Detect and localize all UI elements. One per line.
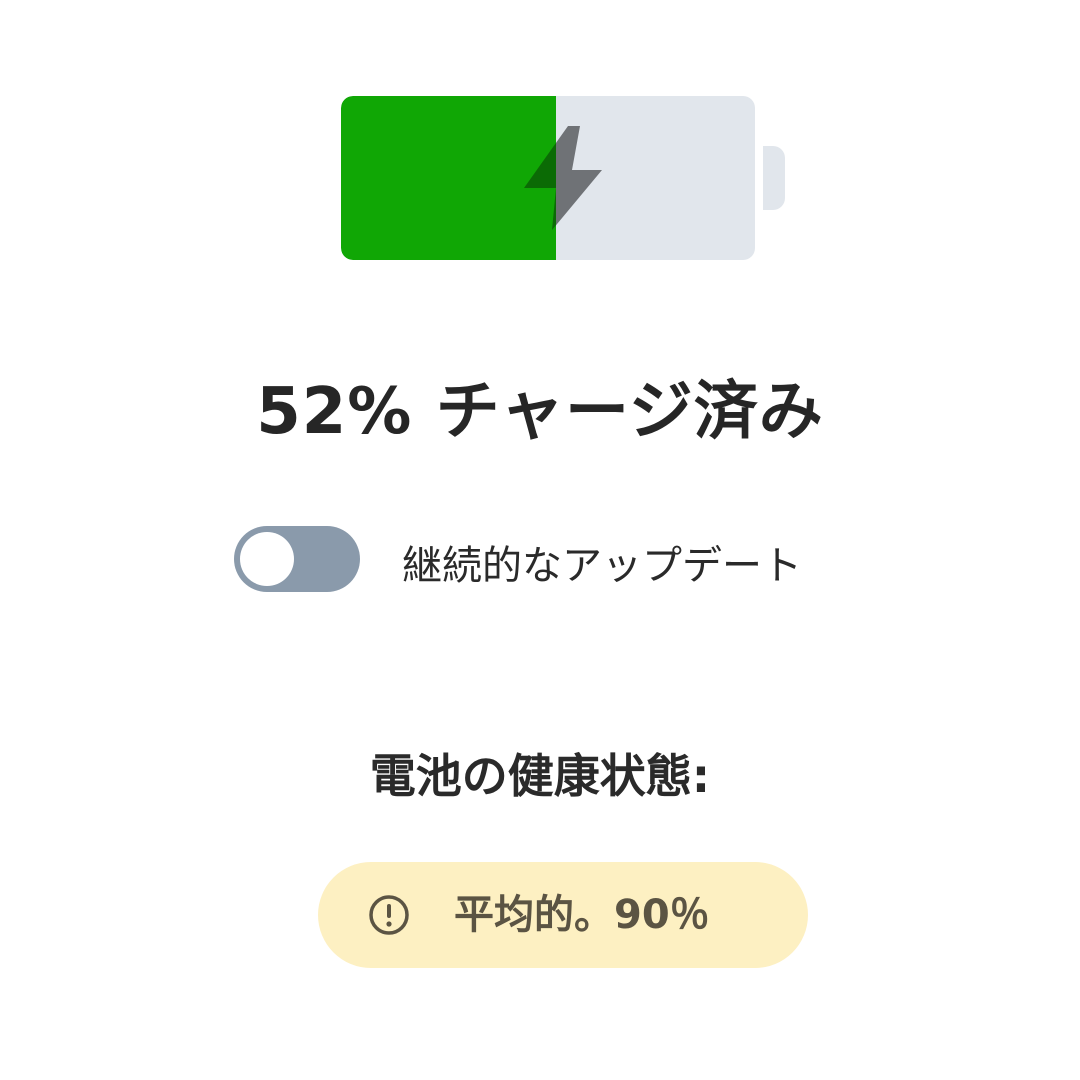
lightning-bolt-icon <box>524 126 602 230</box>
toggle-knob[interactable] <box>240 532 294 586</box>
battery-screen: 52% チャージ済み 継続的なアップデート 電池の健康状態: 平均的。90％ <box>0 0 1080 1080</box>
battery-health-badge: 平均的。90％ <box>318 862 808 968</box>
continuous-update-label: 継続的なアップデート <box>402 543 802 589</box>
continuous-update-toggle[interactable] <box>234 526 360 592</box>
exclamation-circle-icon <box>369 895 409 935</box>
battery-health-value: 平均的。90％ <box>454 892 710 938</box>
battery-health-heading: 電池の健康状態: <box>369 749 711 803</box>
charge-status-title: 52% チャージ済み <box>256 375 824 449</box>
battery-terminal <box>763 146 785 210</box>
